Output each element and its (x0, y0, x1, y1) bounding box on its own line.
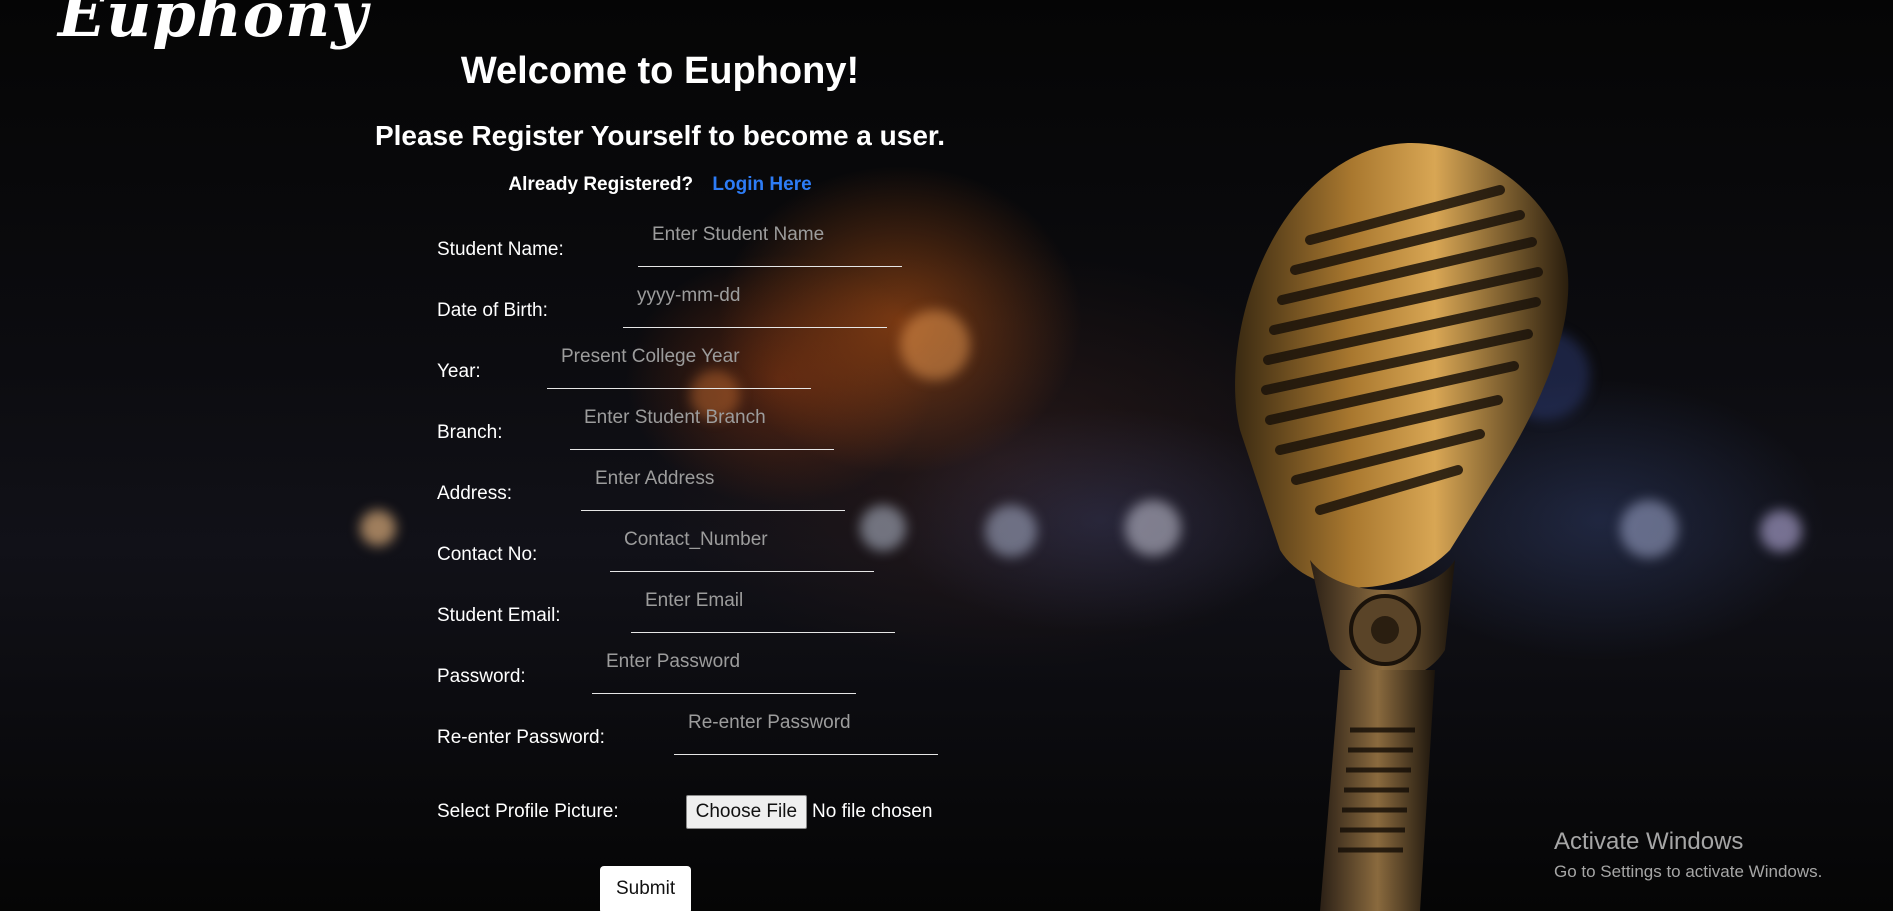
branch-input[interactable] (570, 401, 834, 450)
page-subtitle: Please Register Yourself to become a use… (374, 120, 946, 151)
year-label: Year: (437, 361, 481, 382)
file-status-text: No file chosen (812, 801, 933, 822)
bokeh-light (900, 310, 970, 380)
dob-input[interactable] (623, 279, 887, 328)
address-input[interactable] (581, 462, 845, 511)
year-input[interactable] (547, 340, 811, 389)
branch-row: Branch: (437, 401, 834, 450)
microphone-illustration (1235, 143, 1569, 911)
password-label: Password: (437, 666, 526, 687)
reenter-password-label: Re-enter Password: (437, 727, 605, 748)
email-input[interactable] (631, 584, 895, 633)
branch-label: Branch: (437, 422, 503, 443)
login-link[interactable]: Login Here (712, 174, 811, 195)
address-row: Address: (437, 462, 845, 511)
bokeh-light (1760, 510, 1802, 552)
activate-windows-subtitle: Go to Settings to activate Windows. (1554, 862, 1823, 881)
student-name-row: Student Name: (437, 218, 902, 267)
login-prompt: Already Registered? Login Here (0, 174, 1320, 196)
page-title: Welcome to Euphony! (460, 50, 860, 92)
contact-label: Contact No: (437, 544, 538, 565)
email-label: Student Email: (437, 605, 561, 626)
profile-picture-label: Select Profile Picture: (437, 801, 619, 822)
activate-windows-title: Activate Windows (1554, 828, 1744, 855)
bokeh-light (1125, 500, 1181, 556)
contact-input[interactable] (610, 523, 874, 572)
student-name-input[interactable] (638, 218, 902, 267)
dob-row: Date of Birth: (437, 279, 887, 328)
address-label: Address: (437, 483, 512, 504)
login-prompt-text: Already Registered? (508, 174, 694, 195)
contact-row: Contact No: (437, 523, 874, 572)
password-input[interactable] (592, 645, 856, 694)
bokeh-light (985, 505, 1037, 557)
choose-file-button[interactable]: Choose File (685, 795, 808, 829)
password-row: Password: (437, 645, 856, 694)
bokeh-light (360, 510, 396, 546)
student-name-label: Student Name: (437, 239, 564, 260)
submit-button[interactable]: Submit (600, 866, 692, 911)
activate-windows-watermark: Activate Windows Go to Settings to activ… (1554, 828, 1822, 882)
profile-picture-row: Select Profile Picture: Choose File No f… (437, 795, 932, 829)
reenter-password-row: Re-enter Password: (437, 706, 938, 755)
year-row: Year: (437, 340, 811, 389)
euphony-logo: Euphony (58, 0, 369, 51)
email-row: Student Email: (437, 584, 895, 633)
dob-label: Date of Birth: (437, 300, 548, 321)
bokeh-light (1620, 500, 1678, 558)
reenter-password-input[interactable] (674, 706, 938, 755)
